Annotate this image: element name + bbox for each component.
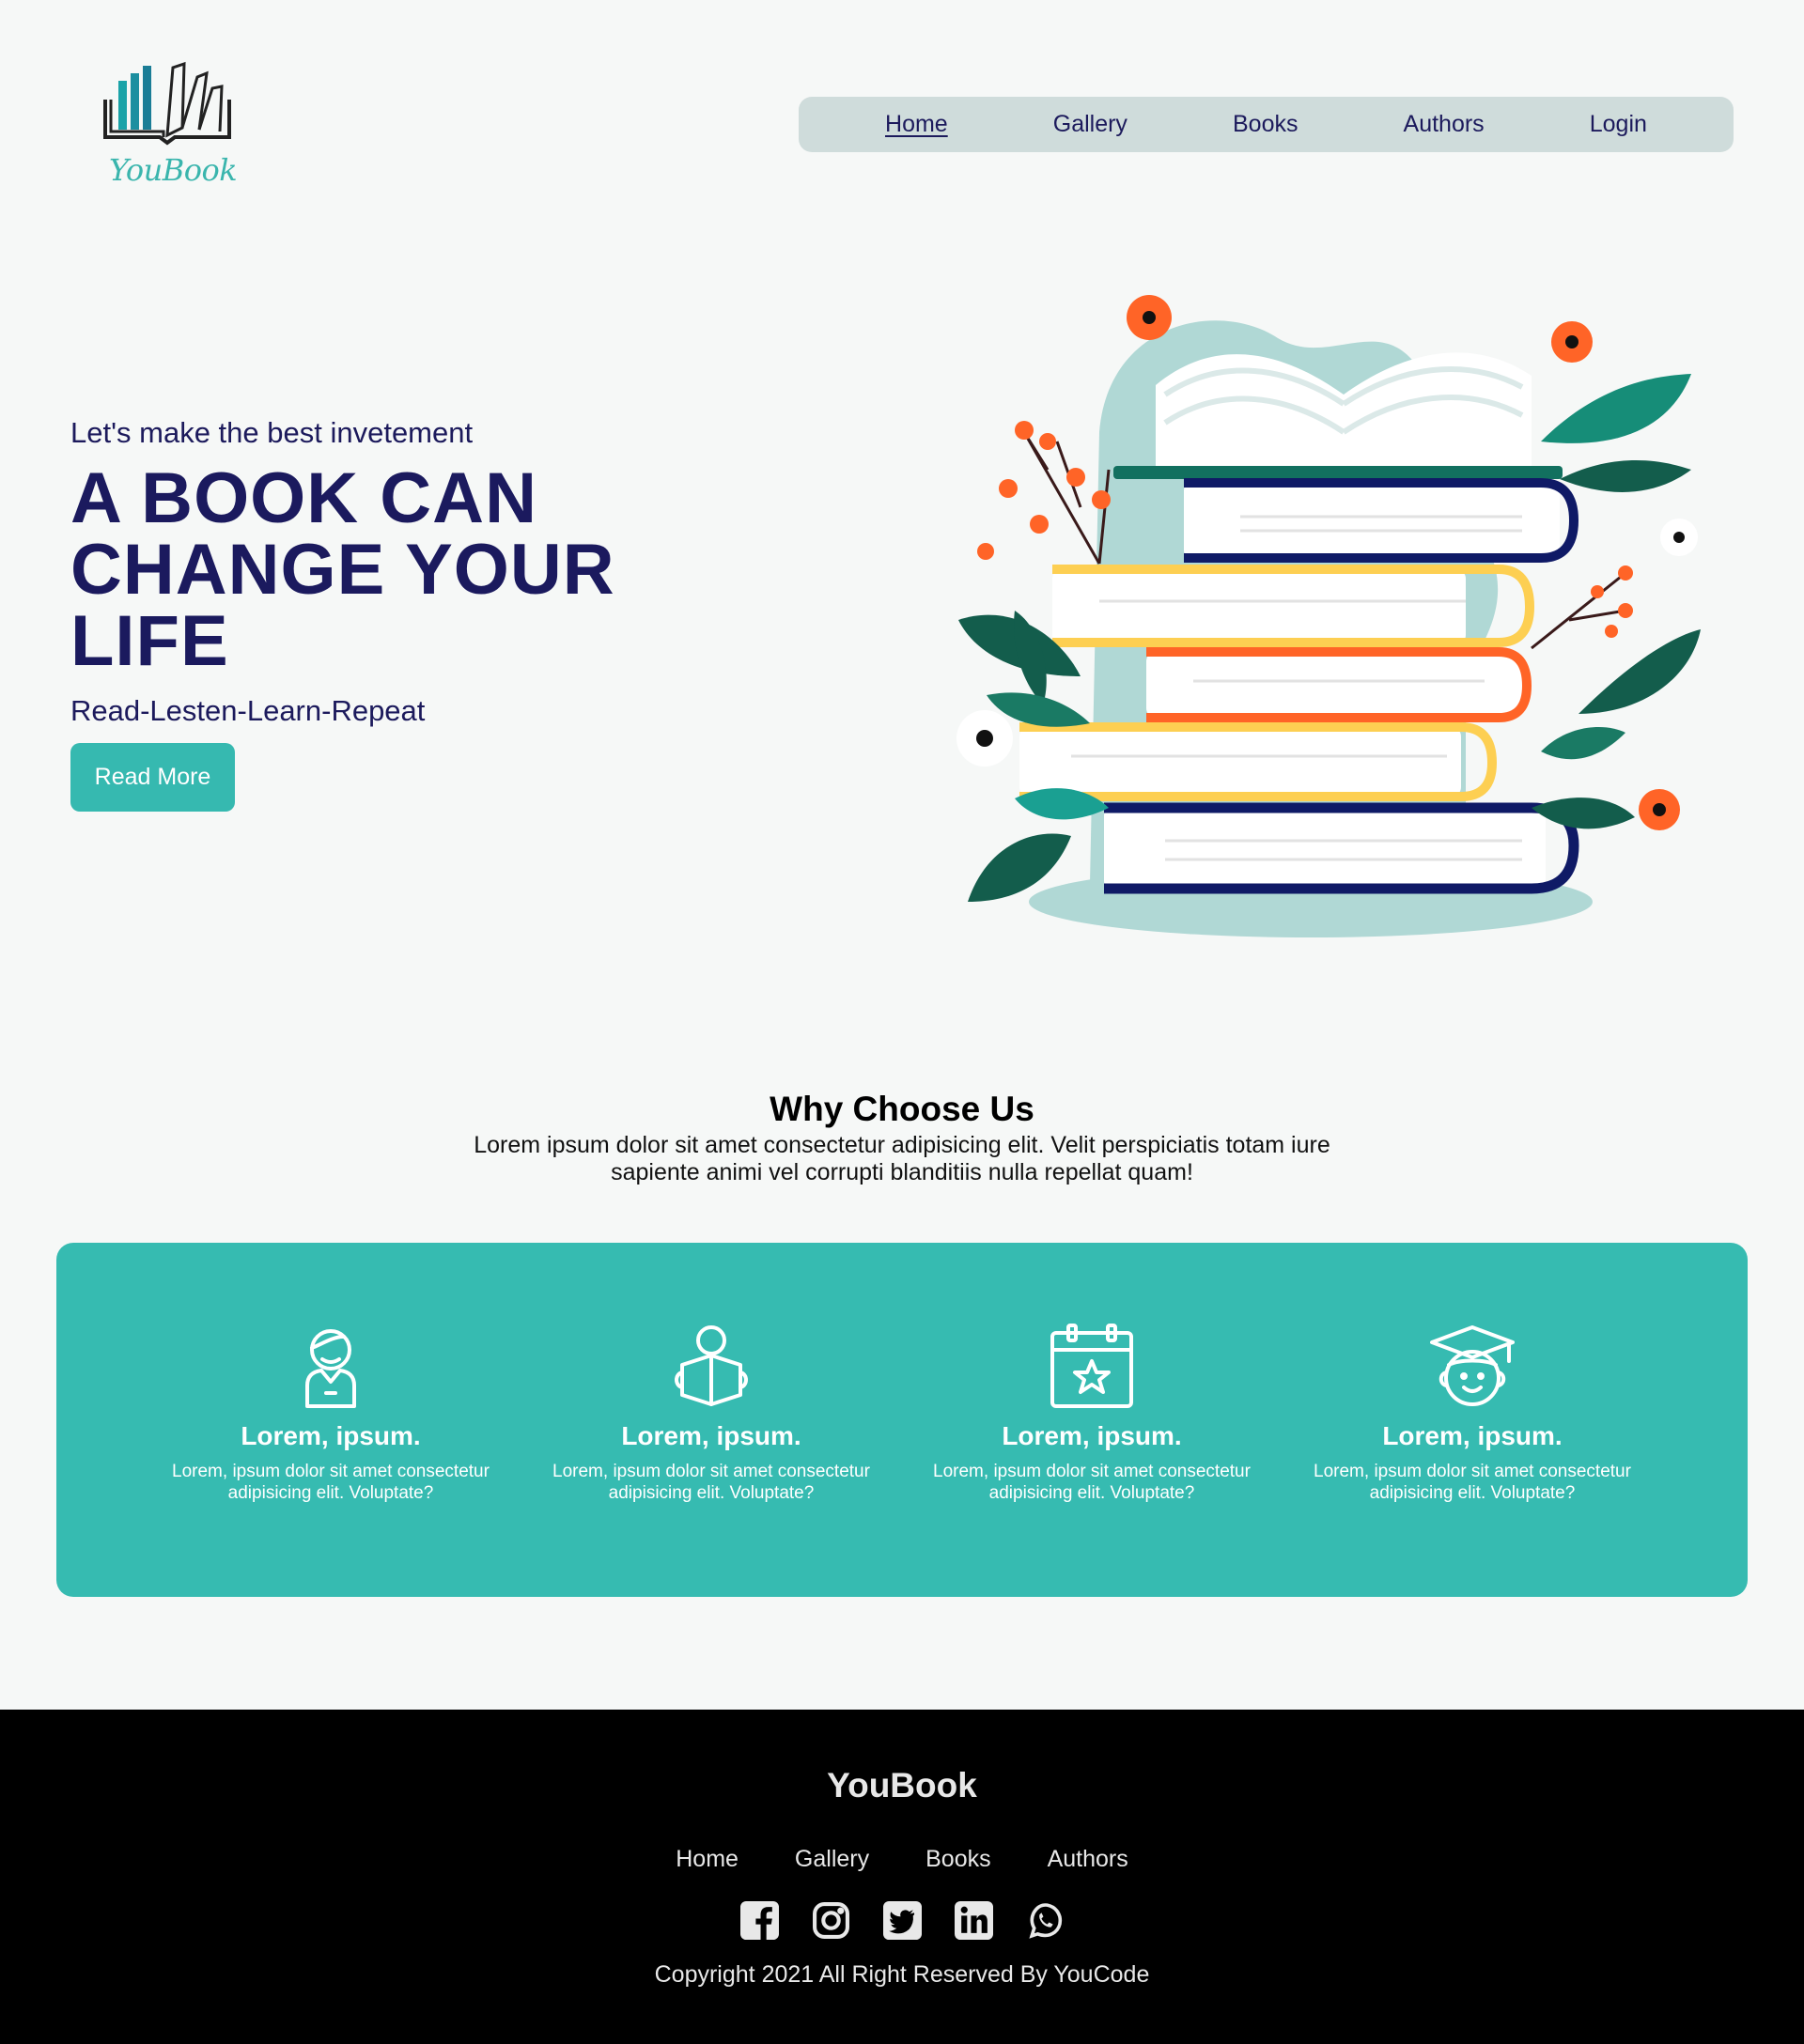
logo[interactable]: YouBook [101, 60, 238, 192]
footer-link-authors[interactable]: Authors [1048, 1846, 1128, 1873]
footer-link-gallery[interactable]: Gallery [795, 1846, 869, 1873]
person-icon [305, 1329, 356, 1408]
footer: YouBook Home Gallery Books Authors Copyr… [0, 1710, 1804, 2044]
reader-icon [675, 1325, 748, 1406]
feature-title: Lorem, ipsum. [621, 1421, 801, 1450]
hero-title-line: A BOOK CAN [70, 458, 537, 538]
instagram-icon[interactable] [812, 1901, 850, 1940]
nav-gallery[interactable]: Gallery [1053, 111, 1128, 138]
hero-tagline: Read-Lesten-Learn-Repeat [70, 694, 426, 727]
whatsapp-icon[interactable] [1026, 1901, 1065, 1940]
hero-title: A BOOK CAN CHANGE YOUR LIFE [70, 463, 747, 677]
footer-nav: Home Gallery Books Authors [0, 1846, 1804, 1873]
linkedin-icon[interactable] [954, 1901, 993, 1940]
nav-books[interactable]: Books [1233, 111, 1298, 138]
graduate-icon [1430, 1325, 1515, 1406]
copyright-text: Copyright 2021 All Right Reserved By You… [654, 1961, 1150, 1988]
features-panel: Lorem, ipsum. Lorem, ipsum dolor sit ame… [56, 1243, 1748, 1597]
feature-text: Lorem, ipsum dolor sit amet consectetur … [933, 1462, 1251, 1503]
social-links [0, 1901, 1804, 1940]
nav-login[interactable]: Login [1590, 111, 1647, 138]
flower [1127, 295, 1172, 340]
feature-text: Lorem, ipsum dolor sit amet consectetur … [552, 1462, 870, 1503]
feature-title: Lorem, ipsum. [1002, 1421, 1182, 1450]
feature-title: Lorem, ipsum. [1382, 1421, 1563, 1450]
feature-card: Lorem, ipsum. Lorem, ipsum dolor sit ame… [1294, 1324, 1651, 1504]
why-title: Why Choose Us [770, 1090, 1034, 1128]
footer-link-home[interactable]: Home [676, 1846, 739, 1873]
feature-card: Lorem, ipsum. Lorem, ipsum dolor sit ame… [533, 1324, 890, 1504]
facebook-icon[interactable] [739, 1901, 779, 1940]
flower [956, 710, 1013, 766]
nav-home[interactable]: Home [885, 111, 948, 138]
footer-brand: YouBook [827, 1766, 977, 1804]
why-description: Lorem ipsum dolor sit amet consectetur a… [474, 1132, 1330, 1185]
twitter-icon[interactable] [882, 1901, 922, 1940]
nav-authors[interactable]: Authors [1404, 111, 1485, 138]
flower [1639, 789, 1680, 830]
book-stack-illustration [956, 295, 1701, 937]
book-logo-icon [103, 61, 231, 146]
logo-text: YouBook [109, 152, 238, 188]
feature-title: Lorem, ipsum. [241, 1421, 421, 1450]
calendar-star-icon [1050, 1324, 1133, 1408]
read-more-button[interactable]: Read More [70, 743, 235, 812]
feature-card: Lorem, ipsum. Lorem, ipsum dolor sit ame… [152, 1324, 509, 1504]
flower [1660, 519, 1698, 556]
hero-title-line: LIFE [70, 601, 229, 681]
feature-card: Lorem, ipsum. Lorem, ipsum dolor sit ame… [913, 1324, 1270, 1504]
flower [1551, 321, 1593, 363]
feature-text: Lorem, ipsum dolor sit amet consectetur … [172, 1462, 490, 1503]
hero-subtitle: Let's make the best invetement [70, 416, 474, 449]
main-nav: Home Gallery Books Authors Login [799, 97, 1734, 152]
footer-link-books[interactable]: Books [925, 1846, 990, 1873]
hero-title-line: CHANGE YOUR [70, 530, 615, 610]
feature-text: Lorem, ipsum dolor sit amet consectetur … [1314, 1462, 1631, 1503]
